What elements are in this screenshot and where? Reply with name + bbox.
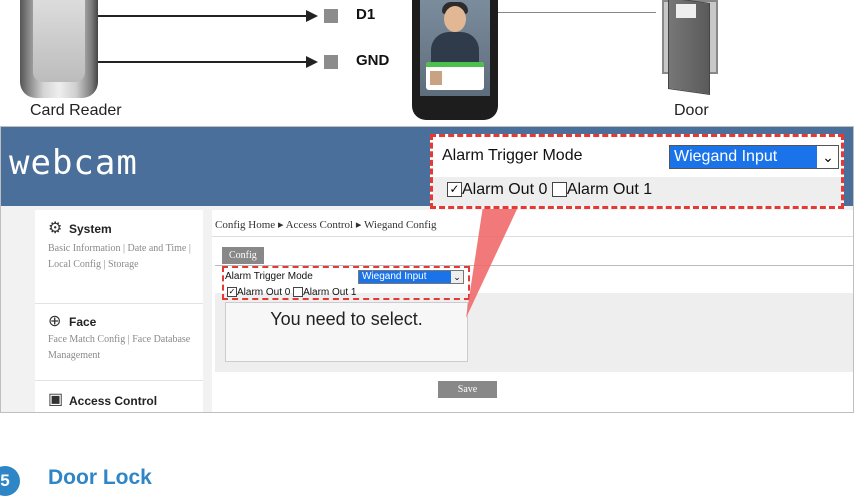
callout-alarm-out-row: ✓ Alarm Out 0 Alarm Out 1 <box>433 177 841 206</box>
pin-label-gnd: GND <box>356 52 390 69</box>
arrow-gnd-icon <box>306 56 318 68</box>
sidebar: ⚙ System Basic Information | Date and Ti… <box>35 210 203 412</box>
sidebar-links-face[interactable]: Face Match Config | Face Database Manage… <box>48 332 203 364</box>
sidebar-section-system[interactable]: ⚙ System Basic Information | Date and Ti… <box>35 210 203 304</box>
callout-alarm-trigger-label: Alarm Trigger Mode <box>442 147 583 164</box>
card-reader-image <box>20 0 98 98</box>
sidebar-links-system[interactable]: Basic Information | Date and Time | Loca… <box>48 241 203 273</box>
zoom-callout: Alarm Trigger Mode Wiegand Input ⌄ ✓ Alar… <box>430 134 844 209</box>
access-control-icon: ▣ <box>48 391 64 408</box>
sidebar-title-face[interactable]: Face <box>69 315 96 329</box>
save-button[interactable]: Save <box>438 381 497 398</box>
sidebar-title-system[interactable]: System <box>69 222 112 236</box>
arrow-d1-icon <box>306 10 318 22</box>
webcam-brand: webcam <box>9 143 138 183</box>
sidebar-section-face[interactable]: ⊕ Face Face Match Config | Face Database… <box>35 303 203 381</box>
tab-config[interactable]: Config <box>222 247 264 264</box>
terminal-door-wire <box>498 12 656 13</box>
section-number-badge: 5 <box>0 466 20 496</box>
sidebar-title-access-control[interactable]: Access Control <box>69 394 157 408</box>
pin-block-d1 <box>324 9 338 23</box>
wire-d1 <box>98 15 308 17</box>
terminal-screen <box>420 0 490 96</box>
pin-block-gnd <box>324 55 338 69</box>
callout-alarm-out-0-label: Alarm Out 0 <box>462 181 548 198</box>
callout-select-value: Wiegand Input <box>670 146 817 168</box>
sidebar-section-access-control[interactable]: ▣ Access Control <box>35 380 203 412</box>
face-terminal-image <box>412 0 498 120</box>
door-image <box>656 0 730 98</box>
gear-icon: ⚙ <box>48 220 63 237</box>
callout-alarm-out-0-checkbox[interactable]: ✓ <box>447 182 462 198</box>
callout-alarm-out-1-label: Alarm Out 1 <box>566 181 653 198</box>
door-caption: Door <box>674 102 709 119</box>
card-reader-caption: Card Reader <box>30 102 122 119</box>
wire-gnd <box>98 61 308 63</box>
face-scan-icon: ⊕ <box>48 313 62 330</box>
breadcrumb: Config Home ▸ Access Control ▸ Wiegand C… <box>215 219 437 231</box>
callout-alarm-trigger-select[interactable]: Wiegand Input ⌄ <box>669 145 839 169</box>
pin-label-d1: D1 <box>356 6 376 23</box>
callout-chevron-down-icon[interactable]: ⌄ <box>818 146 838 168</box>
card-reader-face <box>33 0 85 82</box>
callout-alarm-out-1-checkbox[interactable] <box>551 182 567 198</box>
section-title: Door Lock <box>48 466 152 489</box>
